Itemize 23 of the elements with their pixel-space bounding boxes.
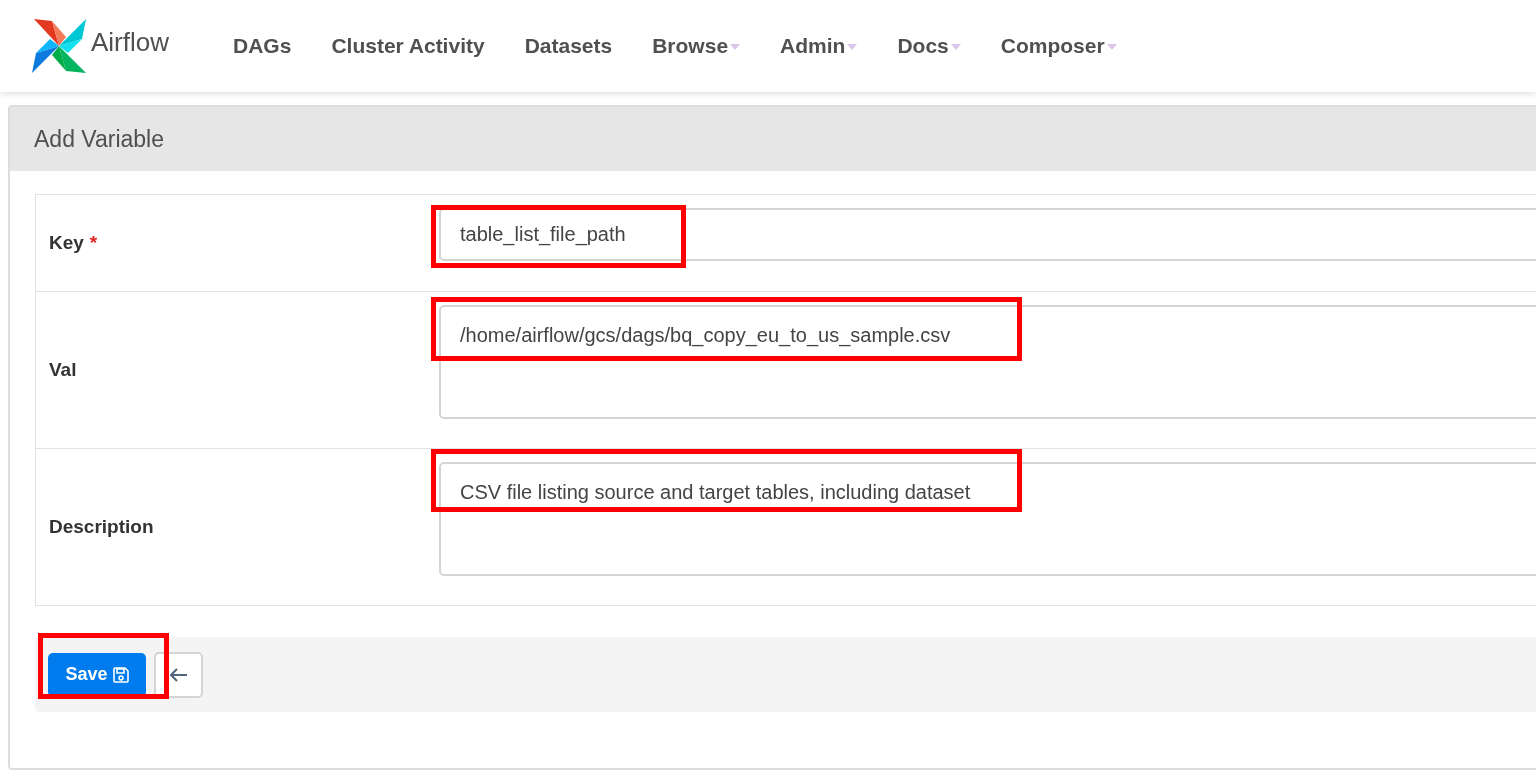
nav-link[interactable]: DAGs — [213, 16, 312, 76]
nav-link[interactable]: Cluster Activity — [311, 16, 505, 76]
required-asterisk: * — [89, 230, 98, 255]
field-label: Key — [49, 230, 84, 255]
input-field[interactable]: table_list_file_path — [439, 208, 1536, 261]
nav-link[interactable]: Admin — [760, 16, 878, 76]
nav-link[interactable]: Browse — [632, 16, 761, 76]
pinwheel-logo-icon — [30, 17, 88, 75]
text-area[interactable]: /home/airflow/gcs/dags/bq_copy_eu_to_us_sample.csv — [439, 305, 1536, 419]
caret-icon — [1106, 44, 1117, 50]
caret-icon — [730, 44, 741, 50]
caret-icon — [847, 44, 858, 50]
save-button[interactable]: Save — [48, 652, 146, 697]
field-label: Description — [49, 514, 154, 539]
caret-icon — [950, 44, 961, 50]
nav-link[interactable]: Composer — [980, 16, 1137, 76]
brand-name: Airflow — [91, 25, 169, 59]
left-arrow-icon — [169, 667, 188, 682]
field-label: Val — [49, 357, 77, 382]
nav-link[interactable]: Datasets — [504, 16, 633, 76]
text-area[interactable]: CSV file listing source and target tables, including dataset — [439, 462, 1536, 576]
panel-title: Add Variable — [34, 124, 164, 154]
nav-link[interactable]: Docs — [877, 16, 981, 76]
